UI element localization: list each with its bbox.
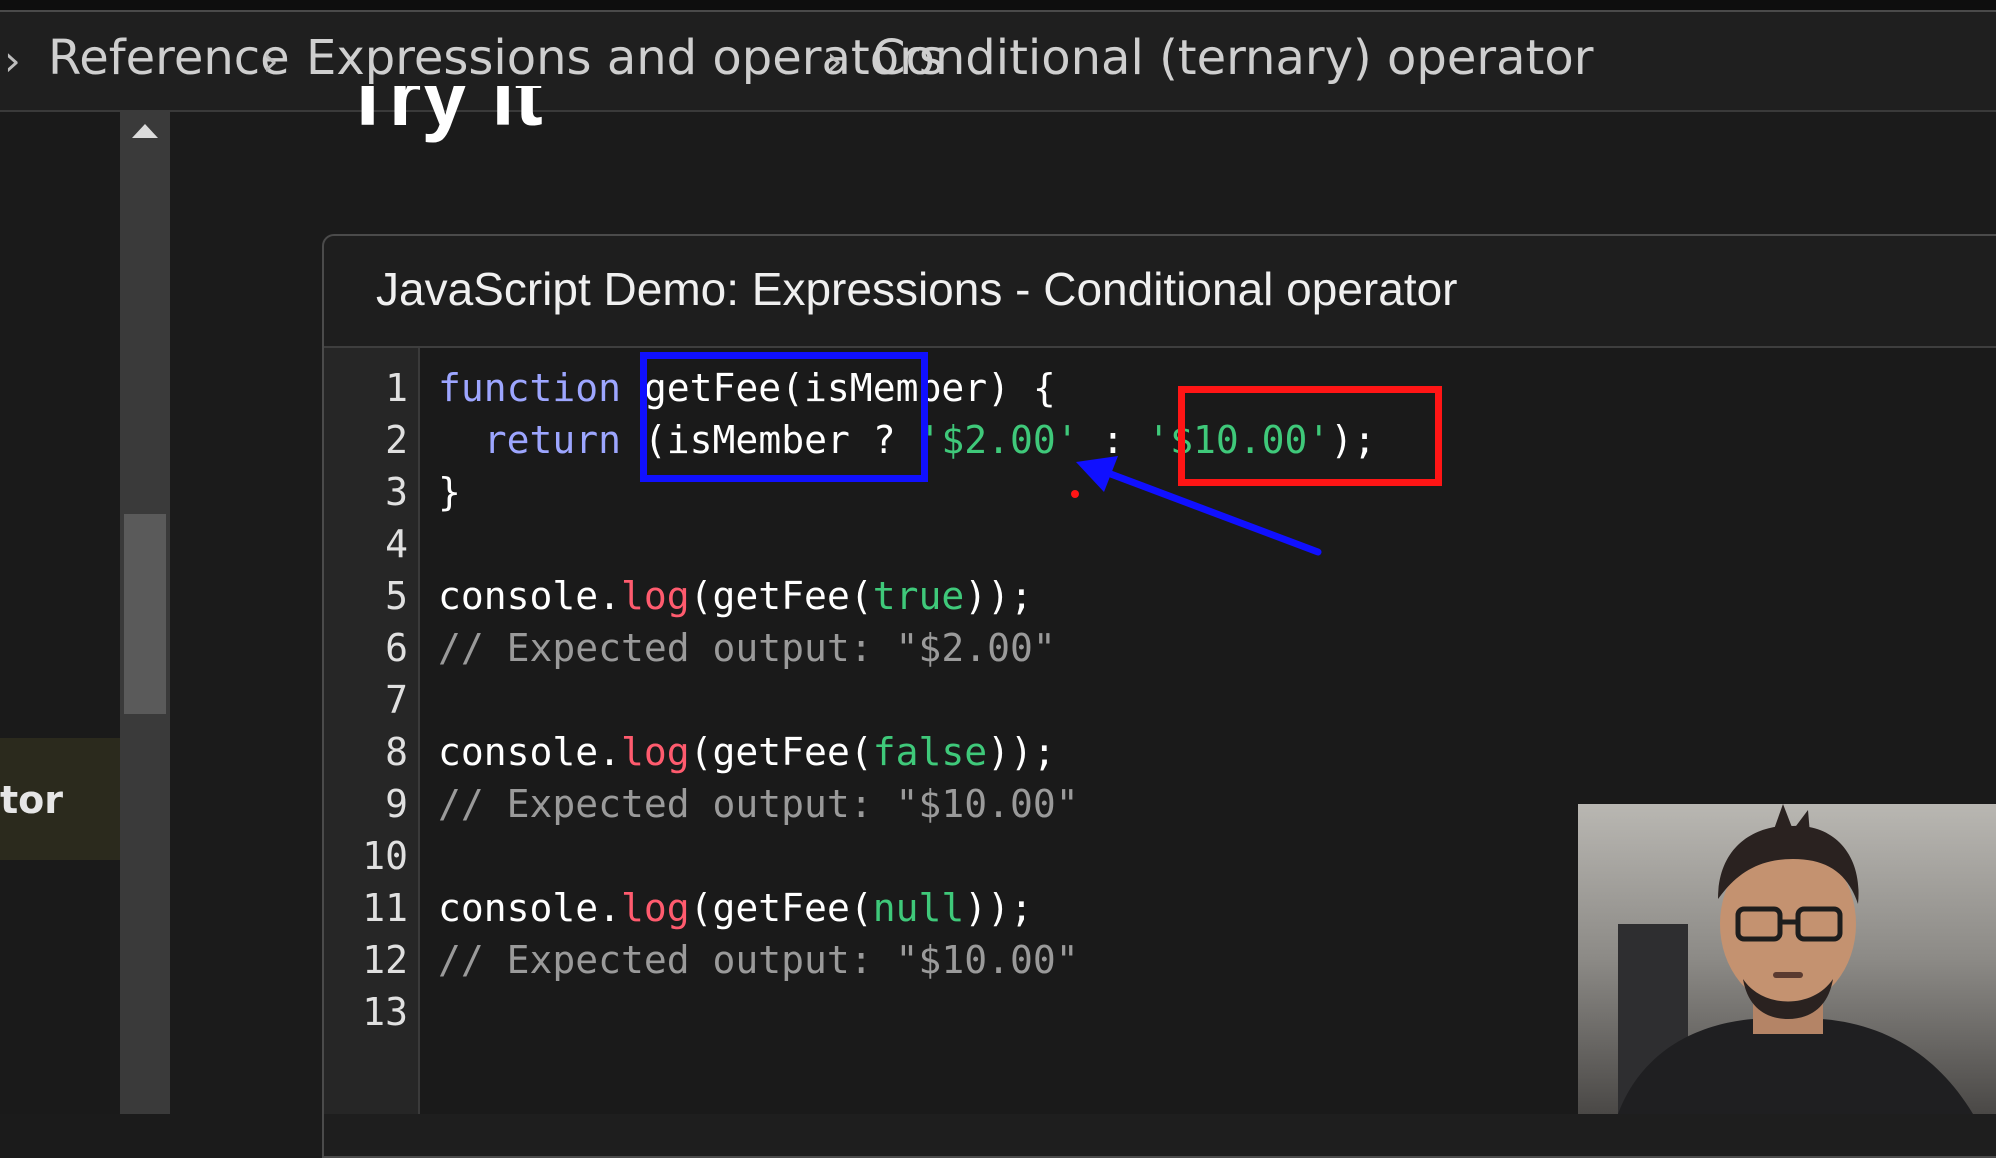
webcam-overlay — [1578, 804, 1996, 1114]
person-video-feed — [1578, 804, 1996, 1114]
